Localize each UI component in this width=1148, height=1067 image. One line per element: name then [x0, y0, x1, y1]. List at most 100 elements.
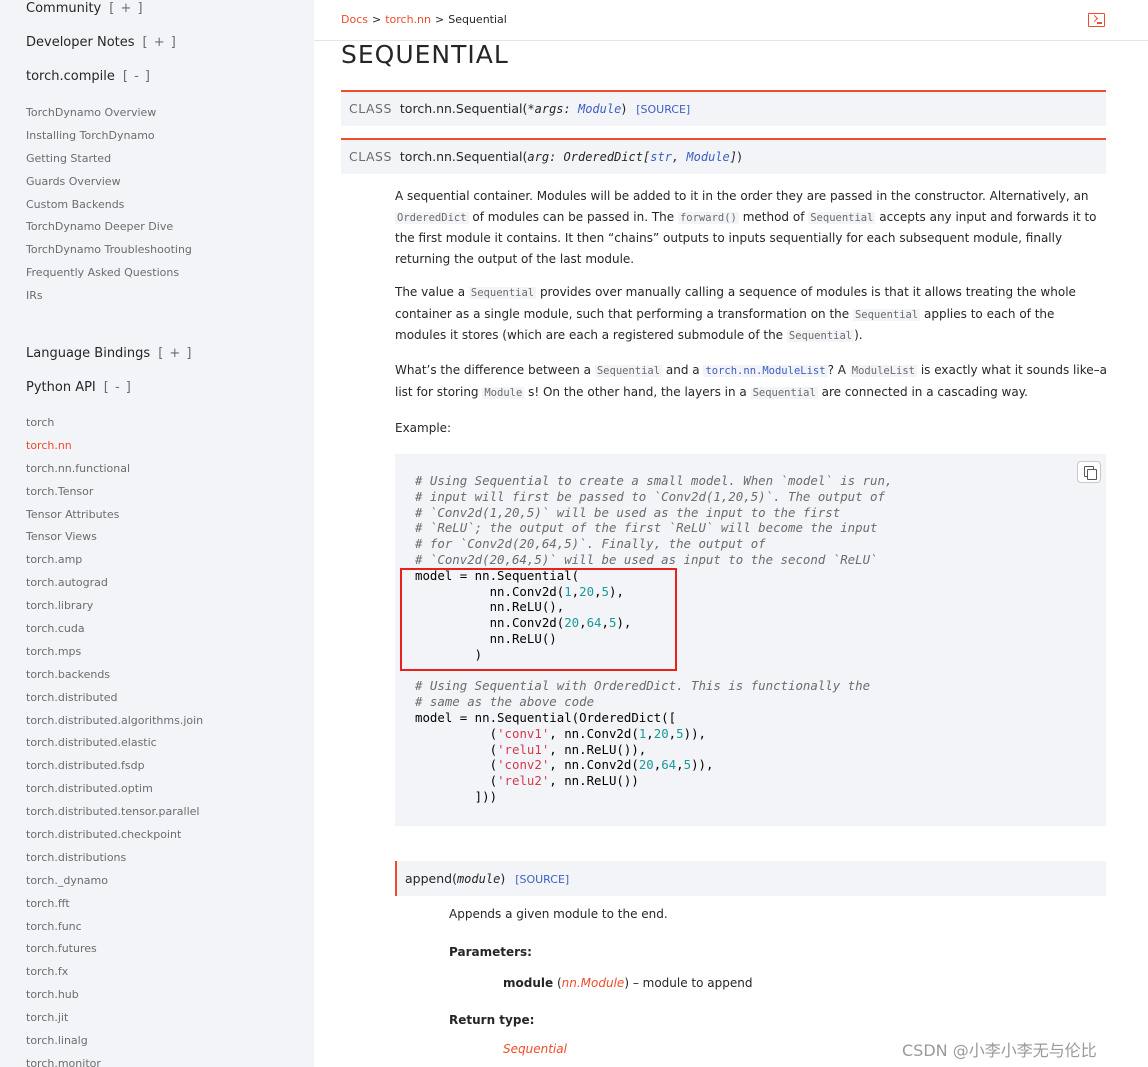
collapse-toggle[interactable]: [ - ]	[123, 69, 151, 84]
class-signature-ordereddict: CLASS torch.nn.Sequential(arg: OrderedDic…	[341, 138, 1106, 174]
sidebar-item[interactable]: torch.autograd	[26, 572, 203, 595]
sidebar-api-list: torch torch.nn torch.nn.functional torch.Te…	[26, 412, 203, 1067]
class-keyword: CLASS	[349, 101, 392, 116]
sidebar-item[interactable]: torch.cuda	[26, 618, 203, 641]
class-name: torch.nn.Sequential(	[399, 149, 528, 164]
top-bar: Docs > torch.nn > Sequential	[314, 0, 1148, 41]
sidebar-item[interactable]: torch.linalg	[26, 1030, 203, 1053]
sidebar-item[interactable]: torch.futures	[26, 938, 203, 961]
code-comment: # `Conv2d(1,20,5)` will be used as the i…	[415, 504, 841, 520]
sidebar-item[interactable]: torch.backends	[26, 664, 203, 687]
sidebar-item[interactable]: torch.func	[26, 916, 203, 939]
sidebar-item[interactable]: torch.distributed.elastic	[26, 732, 203, 755]
inline-code: Module	[482, 386, 525, 399]
bracket-close: ]	[729, 150, 737, 164]
collapse-toggle[interactable]: [ - ]	[104, 380, 132, 395]
sidebar-section-language-bindings[interactable]: Language Bindings[ + ]	[26, 346, 193, 361]
sidebar-item[interactable]: torch.fft	[26, 893, 203, 916]
sidebar-item[interactable]: torch.Tensor	[26, 481, 203, 504]
inline-code: Sequential	[750, 386, 818, 399]
param-type-link[interactable]: Module	[578, 102, 621, 116]
param-type: OrderedDict	[563, 150, 644, 164]
sidebar-item[interactable]: torch.library	[26, 595, 203, 618]
inline-code: Sequential	[786, 330, 855, 342]
breadcrumb-torch-nn-link[interactable]: torch.nn	[385, 13, 431, 26]
copy-button[interactable]	[1077, 461, 1101, 483]
inline-code: Sequential	[808, 211, 876, 224]
sidebar-item[interactable]: torch.nn	[26, 435, 203, 458]
inline-code: forward()	[677, 211, 739, 224]
sidebar-item[interactable]: torch.distributions	[26, 847, 203, 870]
sidebar-item[interactable]: torch.hub	[26, 984, 203, 1007]
sidebar-item[interactable]: torch.distributed.algorithms.join	[26, 710, 203, 733]
breadcrumb-separator: >	[371, 13, 382, 26]
code-comment: # same as the above code	[415, 694, 595, 710]
sidebar-item[interactable]: torch.monitor	[26, 1053, 203, 1067]
class-signature-args: CLASS torch.nn.Sequential(*args: Module) […	[341, 90, 1106, 126]
sidebar-item[interactable]: torch.distributed.checkpoint	[26, 824, 203, 847]
str-type-link[interactable]: str	[650, 150, 672, 164]
sidebar-item[interactable]: TorchDynamo Troubleshooting	[26, 239, 192, 262]
inline-code: Sequential	[852, 308, 921, 321]
sidebar-section-python-api[interactable]: Python API[ - ]	[26, 380, 132, 395]
red-highlight-annotation	[400, 568, 677, 671]
sidebar-item[interactable]: torch	[26, 412, 203, 435]
sidebar-item[interactable]: torch.mps	[26, 641, 203, 664]
sidebar-item[interactable]: torch._dynamo	[26, 870, 203, 893]
signature-close: )	[736, 149, 742, 164]
value-paragraph: The value a Sequential provides over man…	[395, 285, 1076, 342]
sidebar-item[interactable]: torch.distributed	[26, 687, 203, 710]
sidebar-item[interactable]: torch.fx	[26, 961, 203, 984]
sidebar-item[interactable]: Installing TorchDynamo	[26, 125, 192, 148]
inline-code: OrderedDict	[395, 211, 469, 224]
sidebar-item[interactable]: Custom Backends	[26, 194, 192, 217]
sidebar-item[interactable]: Tensor Attributes	[26, 504, 203, 527]
breadcrumb-docs-link[interactable]: Docs	[341, 13, 368, 26]
code-comment: # `ReLU`; the output of the first `ReLU`…	[415, 520, 878, 536]
sidebar-item[interactable]: TorchDynamo Overview	[26, 102, 192, 125]
code-comment: # for `Conv2d(20,64,5)`. Finally, the ou…	[415, 536, 766, 552]
code-comment: # `Conv2d(20,64,5)` will be used as inpu…	[415, 551, 878, 567]
sidebar-item[interactable]: Getting Started	[26, 148, 192, 171]
sidebar-item[interactable]: torch.jit	[26, 1007, 203, 1030]
sidebar-section-developer-notes[interactable]: Developer Notes[ + ]	[26, 35, 177, 50]
sidebar-item[interactable]: torch.distributed.tensor.parallel	[26, 801, 203, 824]
inline-code: Sequential	[594, 365, 663, 377]
terminal-icon[interactable]	[1088, 13, 1105, 27]
signature-close: )	[621, 101, 627, 116]
sidebar-item[interactable]: torch.distributed.fsdp	[26, 755, 203, 778]
param-colon: :	[549, 150, 564, 164]
class-keyword: CLASS	[349, 149, 392, 164]
param-name: arg	[527, 150, 550, 164]
sidebar-compile-list: TorchDynamo Overview Installing TorchDyna…	[26, 102, 192, 308]
expand-toggle[interactable]: [ + ]	[143, 35, 177, 50]
param-name: *args	[527, 102, 564, 116]
breadcrumb-separator: >	[435, 13, 445, 26]
module-type-link[interactable]: Module	[686, 150, 729, 164]
sidebar-item[interactable]: Frequently Asked Questions	[26, 262, 192, 285]
expand-toggle[interactable]: [ + ]	[158, 346, 192, 361]
inline-code: Sequential	[468, 287, 537, 299]
inline-code: ModuleList	[849, 365, 917, 377]
class-name: torch.nn.Sequential(	[399, 101, 528, 116]
main-content: Docs > torch.nn > Sequential SEQUENTIAL CLAS…	[314, 0, 1148, 1067]
sidebar-item[interactable]: Guards Overview	[26, 171, 192, 194]
page-title: SEQUENTIAL	[341, 40, 509, 69]
modulelist-link[interactable]: torch.nn.ModuleList	[703, 365, 828, 377]
difference-paragraph: What’s the difference between a Sequenti…	[395, 363, 1107, 399]
sidebar-item[interactable]: torch.amp	[26, 549, 203, 572]
sidebar-item[interactable]: IRs	[26, 285, 192, 308]
sidebar-section-torch-compile[interactable]: torch.compile[ - ]	[26, 69, 151, 84]
sidebar-section-community[interactable]: Community[ + ]	[26, 1, 144, 16]
sidebar-item[interactable]: torch.distributed.optim	[26, 778, 203, 801]
sidebar-item[interactable]: Tensor Views	[26, 526, 203, 549]
source-link[interactable]: [SOURCE]	[636, 103, 690, 116]
example-label: Example:	[395, 421, 452, 435]
description-paragraph: A sequential container. Modules will be …	[395, 189, 1097, 266]
breadcrumb: Docs > torch.nn > Sequential	[341, 13, 507, 26]
param-colon: :	[563, 102, 578, 116]
sidebar-item[interactable]: torch.nn.functional	[26, 458, 203, 481]
sidebar-item[interactable]: TorchDynamo Deeper Dive	[26, 216, 192, 239]
breadcrumb-current: Sequential	[448, 13, 507, 26]
expand-toggle[interactable]: [ + ]	[109, 1, 143, 16]
